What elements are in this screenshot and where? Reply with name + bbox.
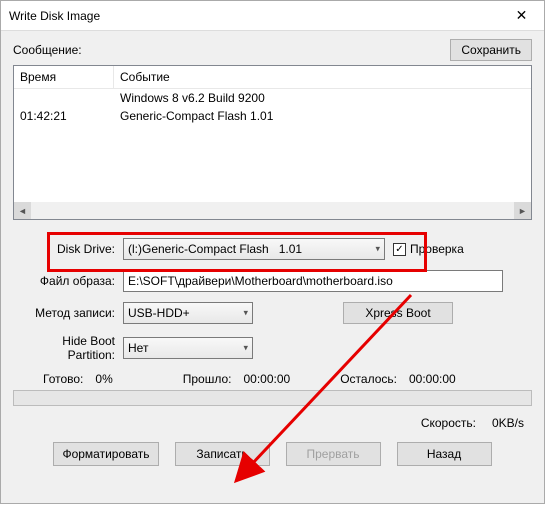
disk-drive-label: Disk Drive:: [13, 242, 123, 256]
scroll-left-icon[interactable]: ◄: [14, 202, 31, 219]
log-row: 01:42:21 Generic-Compact Flash 1.01: [14, 107, 531, 125]
write-method-label: Метод записи:: [13, 306, 123, 320]
form-area: Disk Drive: ▾ ✓ Проверка Файл образа: Ме…: [13, 238, 532, 466]
titlebar: Write Disk Image ✕: [1, 1, 544, 31]
save-button[interactable]: Сохранить: [450, 39, 532, 61]
image-file-label: Файл образа:: [13, 274, 123, 288]
window-frame: Write Disk Image ✕ Сообщение: Сохранить …: [0, 0, 545, 504]
speed-line: Скорость: 0KB/s: [13, 416, 532, 430]
write-button[interactable]: Записать: [175, 442, 270, 466]
speed-value: 0KB/s: [492, 416, 524, 430]
log-cell-time: 01:42:21: [14, 107, 114, 125]
remaining-label: Осталось:: [340, 372, 397, 386]
disk-drive-select-wrap[interactable]: ▾: [123, 238, 385, 260]
ready-value: 0%: [95, 372, 112, 386]
verify-label: Проверка: [410, 242, 464, 256]
log-cell-event: Generic-Compact Flash 1.01: [114, 107, 531, 125]
xpress-boot-button[interactable]: Xpress Boot: [343, 302, 453, 324]
status-line: Готово: 0% Прошло: 00:00:00 Осталось: 00…: [13, 372, 532, 386]
hide-boot-select[interactable]: [123, 337, 253, 359]
close-icon: ✕: [516, 7, 528, 24]
message-header-row: Сообщение: Сохранить: [13, 39, 532, 61]
write-method-select-wrap[interactable]: ▾: [123, 302, 253, 324]
log-col-event-header[interactable]: Событие: [114, 66, 531, 88]
log-cell-event: Windows 8 v6.2 Build 9200: [114, 89, 531, 107]
log-panel: Время Событие Windows 8 v6.2 Build 9200 …: [13, 65, 532, 220]
speed-label: Скорость:: [421, 416, 476, 430]
write-method-select[interactable]: [123, 302, 253, 324]
scroll-right-icon[interactable]: ►: [514, 202, 531, 219]
window-title: Write Disk Image: [9, 9, 100, 23]
elapsed-value: 00:00:00: [243, 372, 290, 386]
hide-boot-row: Hide Boot Partition: ▾: [13, 334, 532, 362]
log-col-time-header[interactable]: Время: [14, 66, 114, 88]
verify-checkbox-wrap[interactable]: ✓ Проверка: [393, 242, 464, 256]
image-file-row: Файл образа:: [13, 270, 532, 292]
message-label: Сообщение:: [13, 43, 82, 57]
bottom-buttons: Форматировать Записать Прервать Назад: [13, 442, 532, 466]
hide-boot-select-wrap[interactable]: ▾: [123, 337, 253, 359]
abort-button[interactable]: Прервать: [286, 442, 381, 466]
image-file-input[interactable]: [123, 270, 503, 292]
disk-drive-select[interactable]: [123, 238, 385, 260]
remaining-value: 00:00:00: [409, 372, 456, 386]
log-header: Время Событие: [14, 66, 531, 89]
disk-drive-row: Disk Drive: ▾ ✓ Проверка: [13, 238, 532, 260]
progress-bar: [13, 390, 532, 406]
verify-checkbox[interactable]: ✓: [393, 243, 406, 256]
hide-boot-label: Hide Boot Partition:: [13, 334, 123, 362]
content-area: Сообщение: Сохранить Время Событие Windo…: [1, 31, 544, 503]
back-button[interactable]: Назад: [397, 442, 492, 466]
log-row: Windows 8 v6.2 Build 9200: [14, 89, 531, 107]
horizontal-scrollbar[interactable]: ◄ ►: [14, 202, 531, 219]
format-button[interactable]: Форматировать: [53, 442, 158, 466]
ready-label: Готово:: [43, 372, 83, 386]
elapsed-label: Прошло:: [183, 372, 232, 386]
close-button[interactable]: ✕: [499, 1, 544, 30]
log-body: Windows 8 v6.2 Build 9200 01:42:21 Gener…: [14, 89, 531, 194]
log-cell-time: [14, 89, 114, 107]
write-method-row: Метод записи: ▾ Xpress Boot: [13, 302, 532, 324]
